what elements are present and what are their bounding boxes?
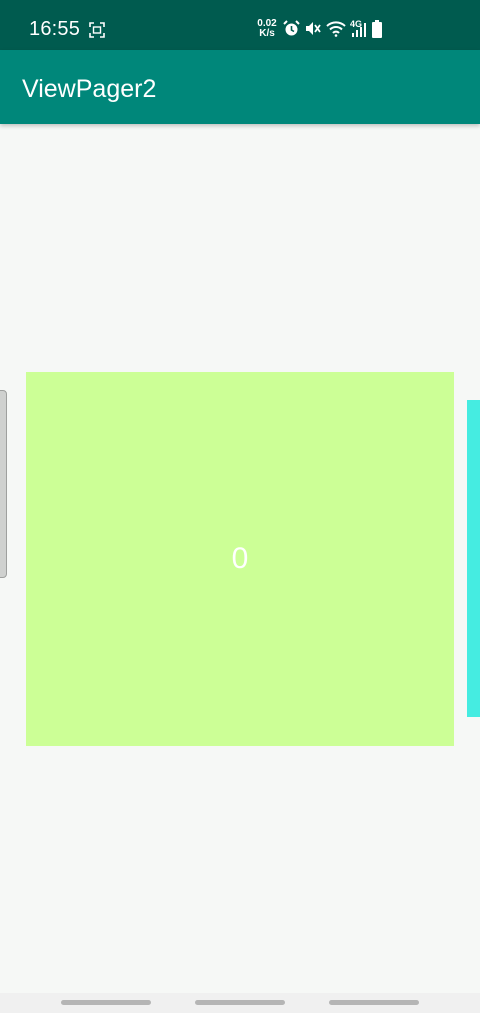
alarm-icon [283,20,300,36]
toolbar-title: ViewPager2 [22,75,157,103]
network-speed-indicator: 0.02 K/s [255,19,279,39]
home-gesture-hint[interactable] [195,1000,285,1005]
status-time: 16:55 [29,18,81,40]
app-toolbar: ViewPager2 [0,50,480,124]
gesture-navigation-bar [0,993,480,1013]
back-gesture-hint[interactable] [329,1000,419,1005]
signal-icon [352,23,366,37]
mute-icon [306,22,321,35]
battery-icon [372,20,382,38]
previous-page-peek[interactable] [0,390,7,578]
current-page-card[interactable]: 0 [26,372,454,746]
recents-gesture-hint[interactable] [61,1000,151,1005]
wifi-icon [326,21,346,37]
status-bar: 16:55 0.02 K/s 4G [0,0,480,50]
network-speed-unit: K/s [259,28,275,39]
view-pager[interactable]: 0 [0,124,480,993]
screenshot-icon [89,22,105,38]
next-page-peek[interactable] [467,400,480,717]
page-number-label: 0 [231,542,249,575]
